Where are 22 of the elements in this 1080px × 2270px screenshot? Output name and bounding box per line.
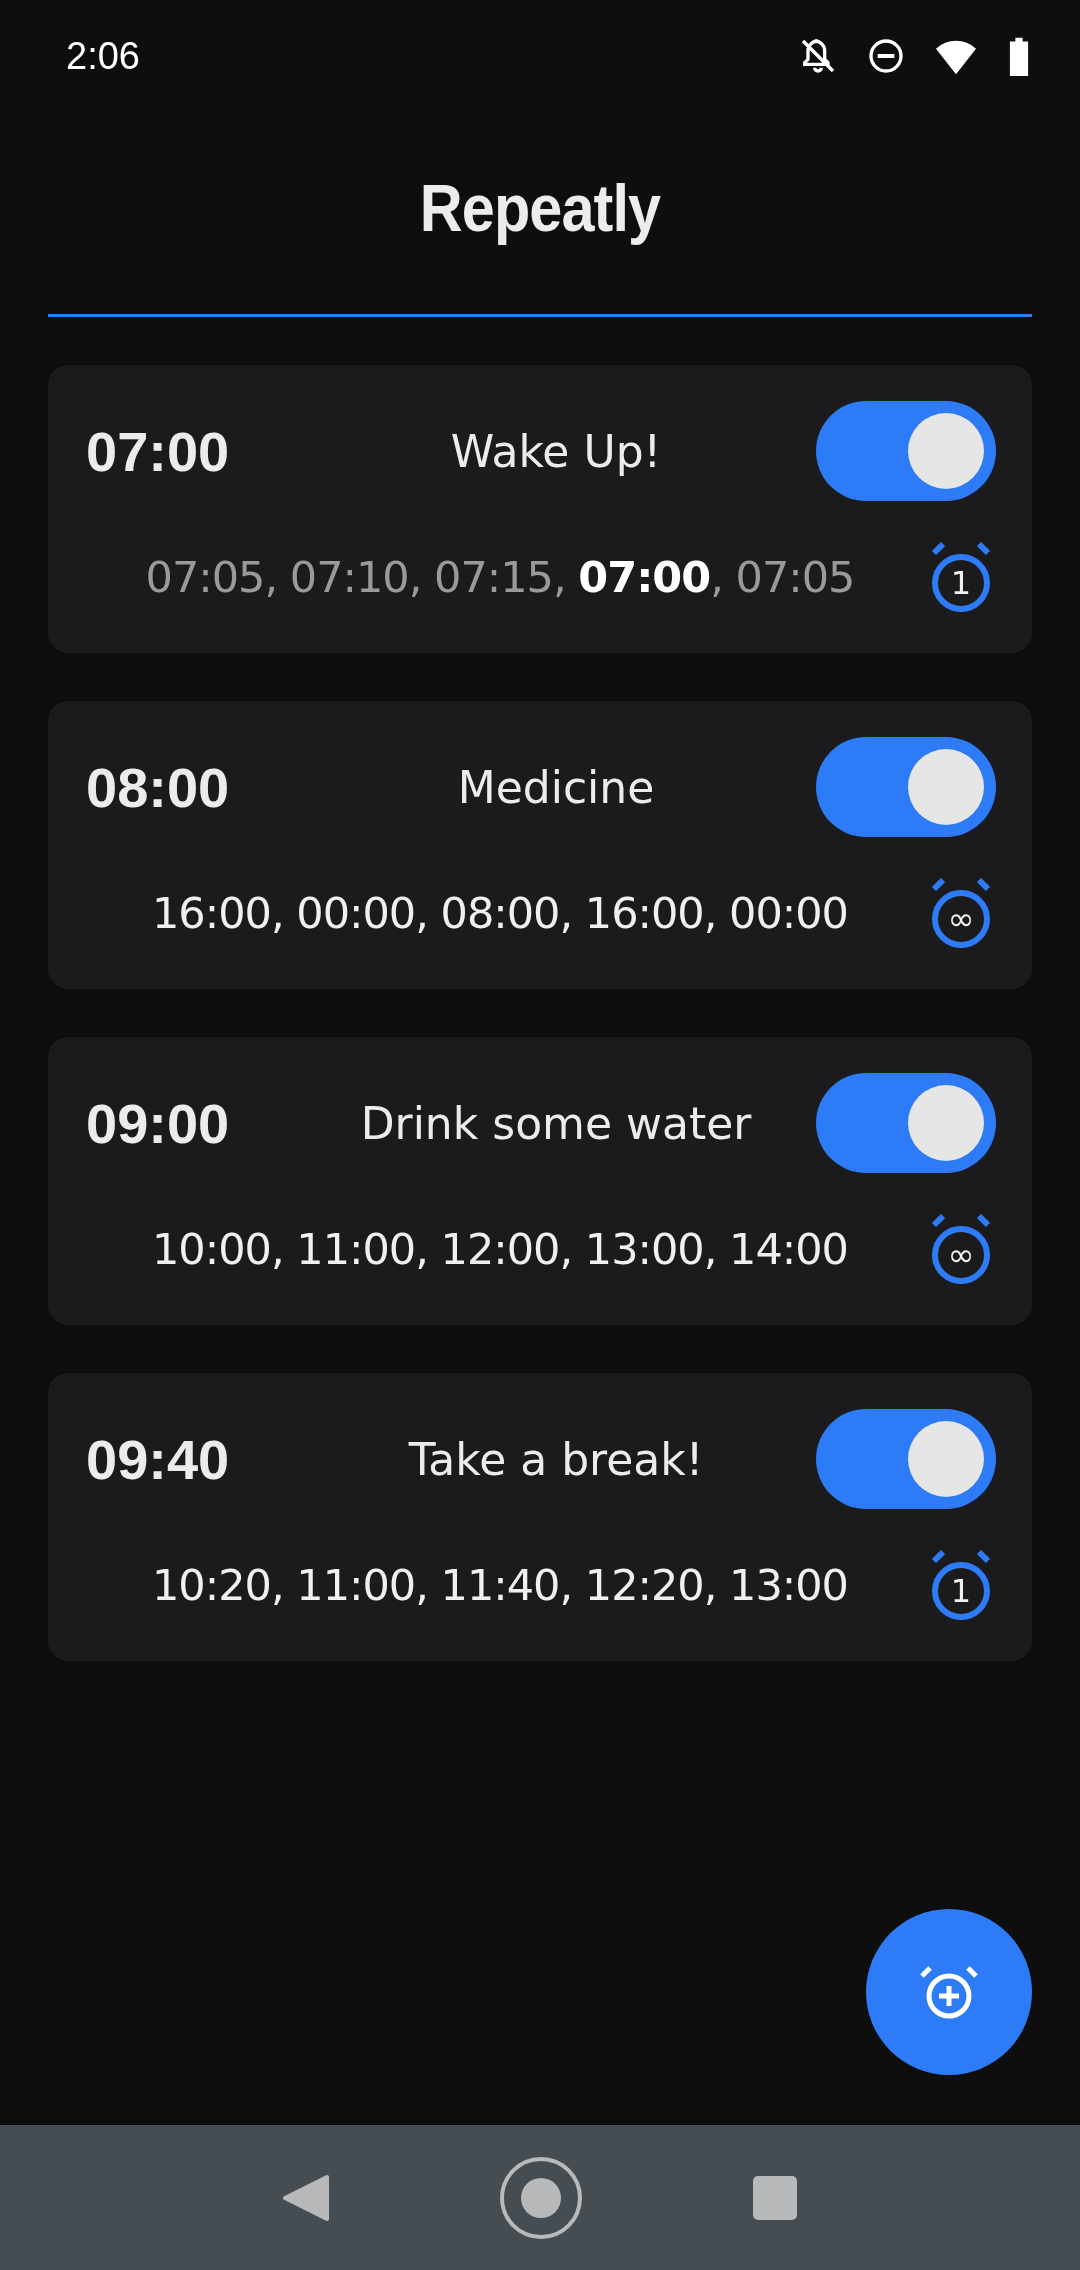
repeat-times: 16:00, 00:00, 08:00, 16:00, 00:00 (151, 888, 849, 938)
home-icon[interactable] (499, 2155, 583, 2240)
alarm-time: 09:40 (86, 1426, 231, 1492)
alarm-time: 07:00 (86, 418, 231, 484)
recents-icon[interactable] (753, 2175, 797, 2220)
repeat-times: 10:00, 11:00, 12:00, 13:00, 14:00 (151, 1224, 849, 1274)
alarm-time: 08:00 (86, 754, 231, 820)
alarm-label: Take a break! (407, 1433, 705, 1485)
repeat-times: 07:05, 07:10, 07:15, 07:00, 07:05 (144, 552, 856, 602)
alarm-label: Wake Up! (449, 425, 663, 477)
alarm-card[interactable]: 09:00 Drink some water 10:00, 11:00, 12:00, 13:00, 14:00 ∞ (48, 1037, 1032, 1325)
do-not-disturb-icon (866, 36, 906, 76)
repeat-times: 10:20, 11:00, 11:40, 12:20, 13:00 (151, 1560, 849, 1610)
alarm-label: Medicine (456, 761, 656, 813)
alarm-card[interactable]: 08:00 Medicine 16:00, 00:00, 08:00, 16:00, 00:00 ∞ (48, 701, 1032, 989)
status-time: 2:06 (66, 34, 140, 78)
app-title: Repeatly (418, 170, 662, 246)
alarm-card[interactable]: 07:00 Wake Up! 07:05, 07:10, 07:15, 07:00, 07:05 1 (48, 365, 1032, 653)
alarm-card[interactable]: 09:40 Take a break! 10:20, 11:00, 11:40, 12:20, 13:00 1 (48, 1373, 1032, 1661)
alarm-label: Drink some water (359, 1097, 753, 1149)
back-icon[interactable] (283, 2172, 329, 2223)
alarm-time: 09:00 (86, 1090, 231, 1156)
